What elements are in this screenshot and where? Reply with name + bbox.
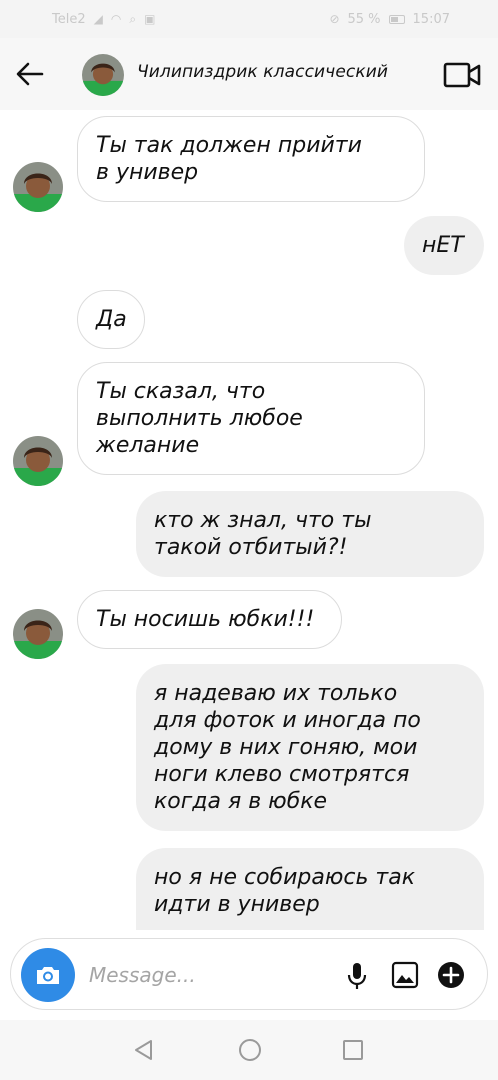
system-nav-bar: [0, 1020, 498, 1080]
gallery-button[interactable]: [391, 961, 419, 989]
carrier-label: Tele2: [52, 11, 86, 27]
message-composer: [10, 938, 488, 1010]
signal-icon: ◢: [93, 12, 103, 26]
square-recents-icon: [343, 1040, 363, 1060]
message-outgoing[interactable]: кто ж знал, что ты такой отбитый?!: [136, 491, 484, 577]
avatar-image: [13, 436, 63, 486]
nav-back-button[interactable]: [132, 1038, 156, 1062]
message-outgoing[interactable]: я надеваю их только для фоток и иногда п…: [136, 664, 484, 831]
voice-message-button[interactable]: [345, 961, 369, 991]
message-incoming[interactable]: Да: [77, 290, 145, 349]
arrow-left-icon: [16, 62, 44, 86]
video-camera-icon: [443, 62, 481, 88]
avatar-image: [13, 162, 63, 212]
header-avatar[interactable]: [82, 54, 124, 96]
chat-header: Чилипиздрик классический: [0, 38, 498, 110]
message-outgoing[interactable]: но я не собираюсь так идти в универ: [136, 848, 484, 930]
sender-avatar[interactable]: [13, 162, 63, 212]
more-actions-button[interactable]: [437, 961, 465, 989]
message-incoming[interactable]: Ты так должен прийти в универ: [77, 116, 425, 202]
camera-icon: [37, 967, 59, 984]
search-icon: ⌕: [129, 11, 137, 26]
avatar-image: [82, 54, 124, 96]
message-incoming[interactable]: Ты носишь юбки!!!: [77, 590, 342, 649]
message-incoming[interactable]: Ты сказал, что выполнить любое желание: [77, 362, 425, 475]
wifi-icon: ◠: [110, 12, 122, 26]
sender-avatar[interactable]: [13, 609, 63, 659]
sender-avatar[interactable]: [13, 436, 63, 486]
microphone-icon: [347, 963, 367, 989]
image-icon: [391, 961, 419, 989]
battery-icon: [388, 14, 405, 24]
message-outgoing[interactable]: нЕТ: [404, 216, 484, 275]
image-icon: ▣: [144, 12, 156, 26]
camera-button[interactable]: [21, 948, 75, 1002]
plus-circle-icon: [438, 962, 464, 988]
triangle-back-icon: [135, 1040, 152, 1060]
video-call-button[interactable]: [443, 61, 481, 89]
avatar-image: [13, 609, 63, 659]
circle-home-icon: [239, 1039, 261, 1061]
back-button[interactable]: [14, 60, 46, 88]
message-input[interactable]: [89, 959, 329, 991]
nav-recents-button[interactable]: [342, 1039, 364, 1061]
clock: 15:07: [412, 11, 450, 27]
nav-home-button[interactable]: [238, 1038, 262, 1062]
battery-percent: 55 %: [347, 11, 381, 27]
chat-title[interactable]: Чилипиздрик классический: [137, 62, 388, 82]
status-bar: Tele2 ◢ ◠ ⌕ ▣ ⊘ 55 % 15:07: [0, 0, 498, 38]
mute-icon: ⊘: [329, 12, 340, 26]
status-left: Tele2 ◢ ◠ ⌕ ▣: [52, 12, 155, 27]
status-right: ⊘ 55 % 15:07: [329, 12, 450, 27]
